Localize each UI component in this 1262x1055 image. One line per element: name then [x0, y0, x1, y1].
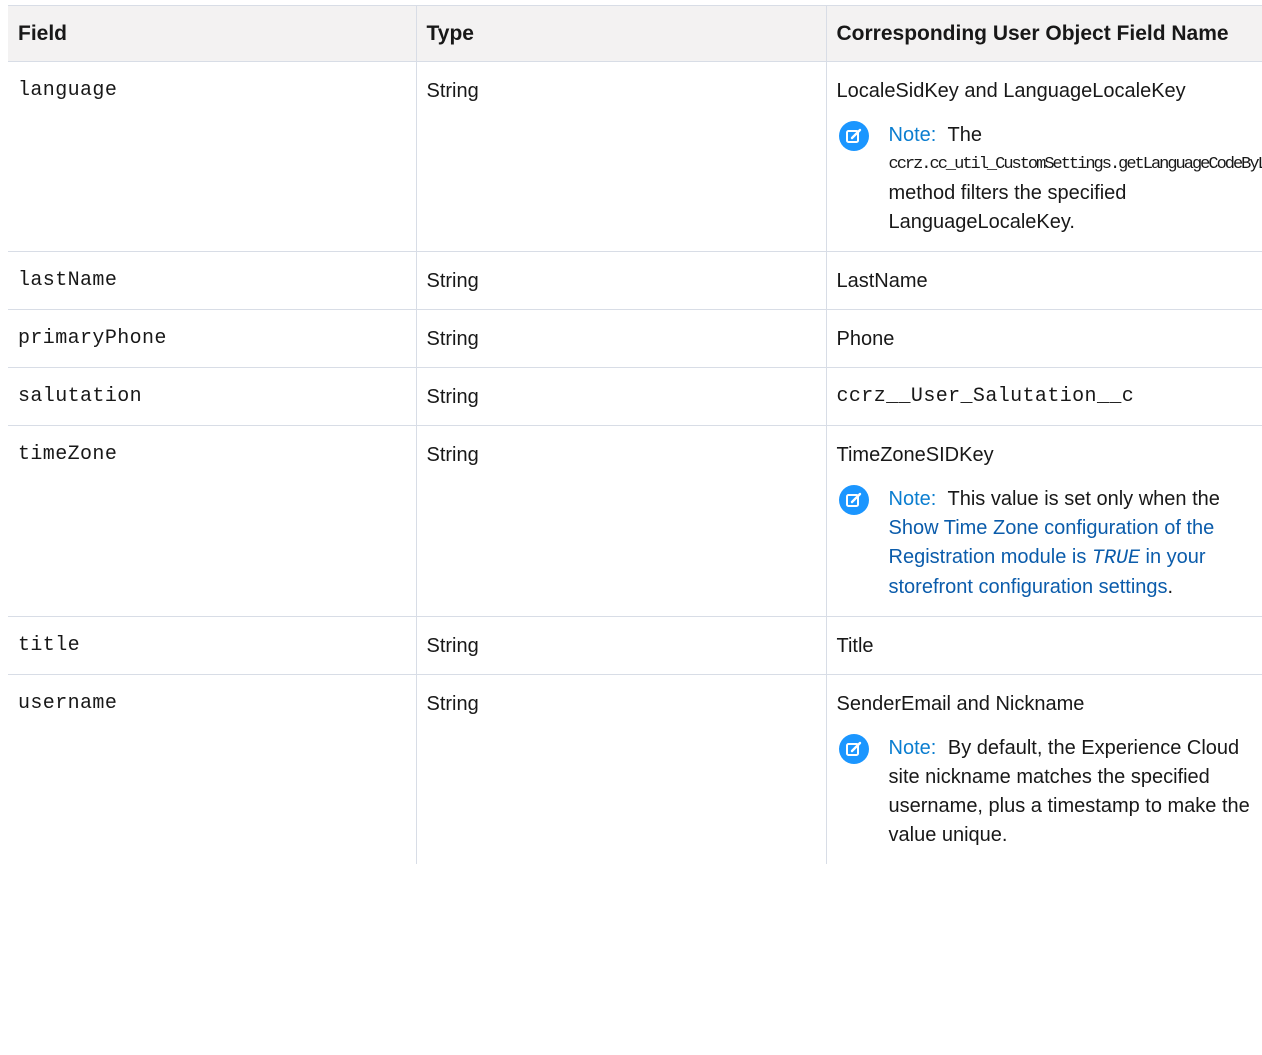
field-name: timeZone: [8, 425, 416, 617]
note-label: Note:: [888, 737, 937, 759]
field-name: primaryPhone: [8, 309, 416, 368]
field-type: String: [415, 425, 826, 617]
user-field-name: Title: [825, 616, 1262, 675]
note-text-after: method filters the specified LanguageLoc…: [888, 182, 1127, 233]
user-field-cell: SenderEmail and Nickname Note: By defaul…: [825, 674, 1262, 864]
field-name: salutation: [8, 367, 416, 426]
note-text-after: .: [1167, 576, 1174, 598]
table-row: salutation String ccrz__User_Salutation_…: [8, 367, 1262, 426]
field-type: String: [415, 309, 826, 368]
field-name: language: [8, 61, 416, 252]
note-edit-icon: [838, 121, 869, 151]
field-type: String: [415, 616, 826, 675]
user-field-name: Phone: [825, 309, 1262, 368]
header-user-field: Corresponding User Object Field Name: [825, 5, 1262, 62]
table-row: timeZone String TimeZoneSIDKey Note: Thi…: [8, 425, 1262, 617]
note-body: Note: This value is set only when the Sh…: [889, 485, 1253, 602]
table-row: title String Title: [8, 616, 1262, 675]
field-name: username: [8, 674, 416, 864]
note-text: The: [947, 124, 982, 146]
note-body: Note: The ccrz.cc_util_CustomSettings.ge…: [889, 121, 1262, 237]
table-row: language String LocaleSidKey and Languag…: [8, 61, 1262, 252]
table-row: primaryPhone String Phone: [8, 309, 1262, 368]
table-row: username String SenderEmail and Nickname…: [8, 674, 1262, 864]
field-name: lastName: [8, 251, 416, 310]
table-row: lastName String LastName: [8, 251, 1262, 310]
field-type: String: [415, 251, 826, 310]
note-code: ccrz.cc_util_CustomSettings.getLanguageC…: [888, 155, 1262, 174]
header-field: Field: [8, 5, 416, 62]
note-edit-icon: [838, 734, 869, 764]
note-text: By default, the Experience Cloud site ni…: [888, 737, 1250, 846]
header-type: Type: [415, 5, 826, 62]
config-link-code[interactable]: TRUE: [1092, 547, 1140, 570]
note-text: This value is set only when the: [947, 488, 1220, 510]
note-edit-icon: [838, 485, 869, 515]
note: Note: This value is set only when the Sh…: [837, 485, 1253, 602]
table-header-row: Field Type Corresponding User Object Fie…: [8, 5, 1262, 62]
note: Note: By default, the Experience Cloud s…: [837, 734, 1253, 850]
note-label: Note:: [888, 124, 937, 146]
user-field-name: LastName: [825, 251, 1262, 310]
user-field-name: LocaleSidKey and LanguageLocaleKey: [836, 80, 1186, 102]
user-field-cell: TimeZoneSIDKey Note: This value is set o…: [825, 425, 1262, 617]
user-field-name: TimeZoneSIDKey: [836, 444, 994, 466]
user-field-name: SenderEmail and Nickname: [836, 693, 1085, 715]
field-type: String: [415, 61, 826, 252]
note-body: Note: By default, the Experience Cloud s…: [889, 734, 1253, 850]
user-field-name: ccrz__User_Salutation__c: [825, 367, 1262, 426]
note-label: Note:: [888, 488, 937, 510]
field-type: String: [415, 367, 826, 426]
config-link[interactable]: Show Time Zone configuration of the Regi…: [889, 517, 1215, 598]
field-type: String: [415, 674, 826, 864]
note: Note: The ccrz.cc_util_CustomSettings.ge…: [837, 121, 1262, 237]
field-name: title: [8, 616, 416, 675]
fields-table: Field Type Corresponding User Object Fie…: [8, 5, 1262, 864]
user-field-cell: LocaleSidKey and LanguageLocaleKey Note:…: [825, 61, 1262, 252]
